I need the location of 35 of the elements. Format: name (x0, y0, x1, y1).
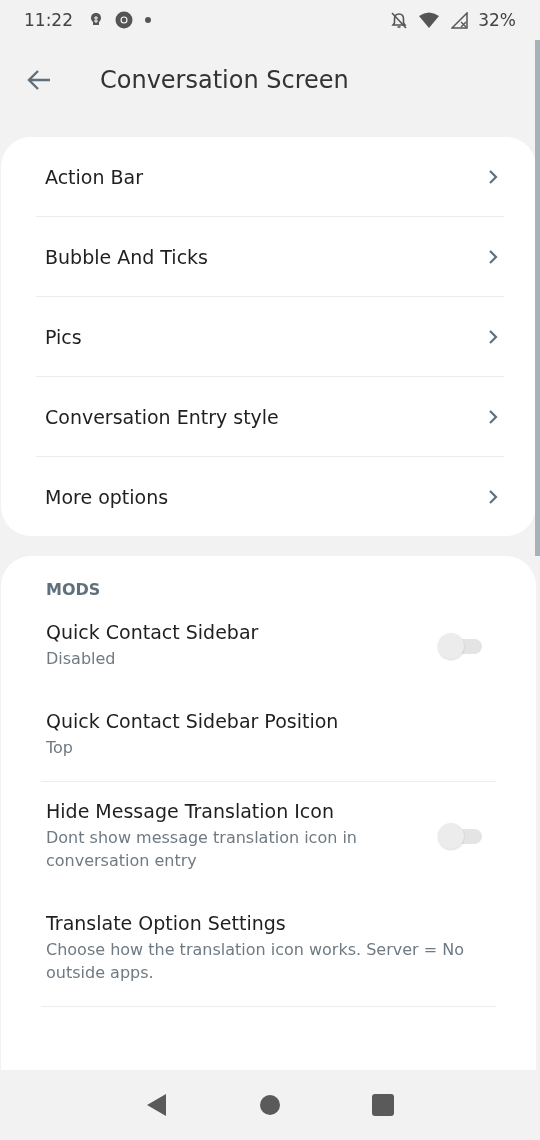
wifi-icon (419, 12, 440, 28)
setting-item[interactable]: Quick Contact Sidebar Position Top (41, 692, 496, 781)
dot-icon (145, 17, 151, 23)
signal-icon (451, 11, 469, 29)
setting-item[interactable]: Translate Option Settings Choose how the translation icon works. Server = No outside apps. (41, 894, 496, 1006)
setting-title: Quick Contact Sidebar Position (46, 710, 340, 732)
setting-summary: Dont show message translation icon in conversation entry (46, 827, 358, 872)
back-nav-icon[interactable] (145, 1093, 168, 1117)
menu-item[interactable]: Pics (36, 296, 504, 376)
chevron-icon (488, 168, 498, 185)
chevron-icon (488, 248, 498, 265)
menu-item[interactable]: More options (36, 456, 504, 536)
setting-summary: Top (46, 737, 74, 759)
setting-item[interactable]: Quick Contact Sidebar Disabled (41, 619, 496, 692)
menu-item[interactable]: Bubble And Ticks (36, 216, 504, 296)
screen-title: Conversation Screen (100, 66, 349, 94)
chevron-icon (488, 328, 498, 345)
home-icon[interactable] (259, 1094, 281, 1116)
status-time: 11:22 (24, 10, 73, 30)
setting-title: Quick Contact Sidebar (46, 621, 260, 643)
bell-off-icon (391, 11, 408, 29)
setting-summary: Disabled (46, 648, 117, 670)
chevron-icon (488, 488, 498, 505)
setting-title: Hide Message Translation Icon (46, 800, 335, 822)
section-heading: MODS (46, 580, 102, 599)
setting-title: Translate Option Settings (46, 912, 287, 934)
recents-icon[interactable] (372, 1094, 395, 1116)
menu-item[interactable]: Conversation Entry style (36, 376, 504, 456)
setting-item[interactable]: Hide Message Translation Icon Dont show message translation icon in conversation entry (41, 782, 496, 894)
menu-item[interactable]: Action Bar (36, 137, 504, 216)
chrome-icon (115, 11, 133, 29)
battery-percentage: 32% (478, 10, 516, 30)
chevron-icon (488, 408, 498, 425)
app-notification-icon (89, 12, 103, 28)
setting-summary: Choose how the translation icon works. Server = No outside apps. (46, 939, 465, 984)
